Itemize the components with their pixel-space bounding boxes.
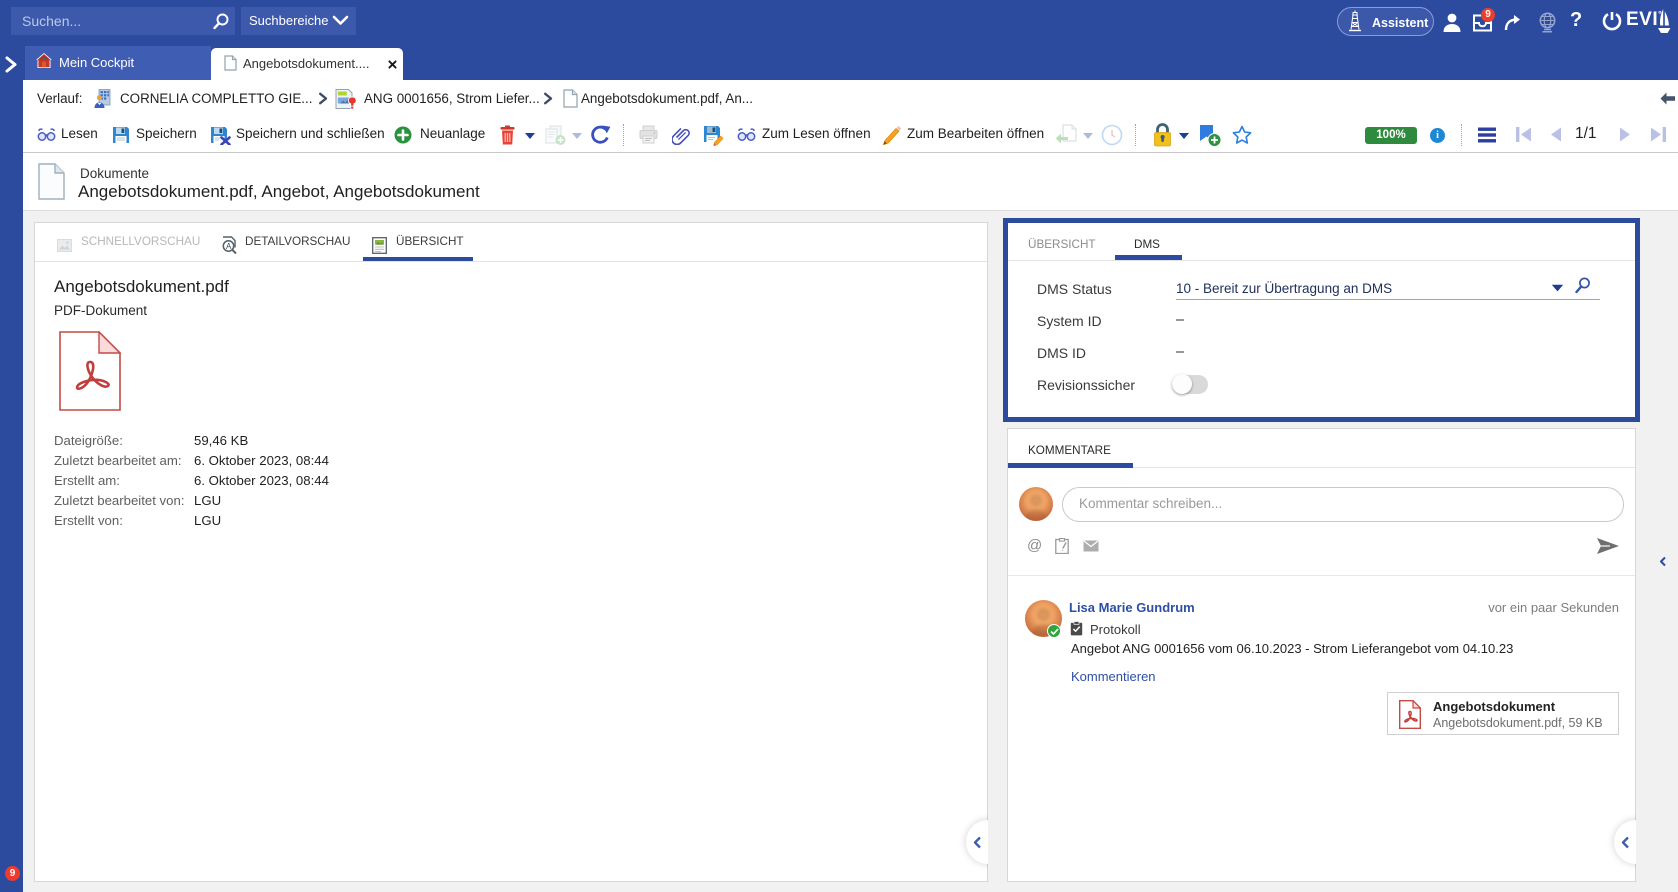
svg-text:A: A xyxy=(226,242,232,251)
